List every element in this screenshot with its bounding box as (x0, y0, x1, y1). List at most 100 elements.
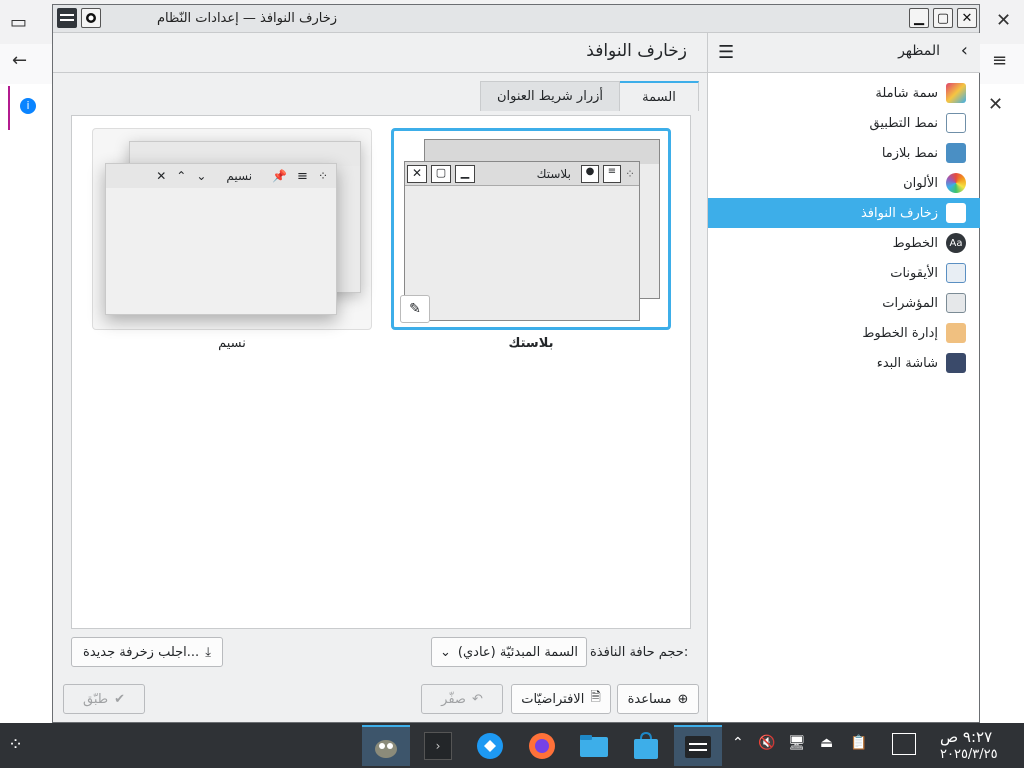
icons-icon (946, 263, 966, 283)
taskbar-gimp-icon[interactable] (362, 725, 410, 766)
apply-button[interactable]: طبّق ✔ (63, 684, 145, 714)
clock-date[interactable]: ٢٠٢٥/٣/٢٥ (940, 747, 998, 762)
usb-device-icon[interactable]: ⏏ (820, 735, 833, 751)
preview-close-icon: ✕ (407, 165, 427, 183)
sidebar-item-splash-screen[interactable]: شاشة البدء (708, 348, 980, 378)
sidebar-item-font-management[interactable]: إدارة الخطوط (708, 318, 980, 348)
sidebar-item-label: إدارة الخطوط (862, 325, 938, 341)
hamburger-menu-icon[interactable]: ≡ (992, 50, 1007, 71)
reset-label: صفّر (441, 691, 466, 707)
sidebar-item-window-decorations[interactable]: زخارف النوافذ (708, 198, 980, 228)
preview-keep-above-icon: ● (580, 164, 599, 183)
keep-above-icon[interactable] (81, 8, 101, 28)
taskbar-firefox-icon[interactable] (518, 725, 566, 766)
show-desktop-icon[interactable] (892, 733, 916, 755)
sidebar-item-label: نمط بلازما (881, 145, 938, 161)
sidebar-header: ☰ المظهر ‹ (708, 33, 980, 73)
page-title: زخارف النوافذ (586, 41, 687, 61)
sidebar-item-colors[interactable]: الألوان (708, 168, 980, 198)
sidebar-item-fonts[interactable]: Aa الخطوط (708, 228, 980, 258)
theme-name-plastik: بلاستك (508, 336, 554, 351)
get-new-label: اجلب زخرفة جديدة... (83, 644, 200, 660)
window-title: زخارف النوافذ — إعدادات النّظام (157, 11, 338, 26)
checkmark-icon: ✔ (114, 691, 126, 707)
sidebar-item-plasma-style[interactable]: نمط بلازما (708, 138, 980, 168)
sidebar-item-label: الخطوط (892, 235, 938, 251)
tab-list-icon[interactable]: ▭ (10, 12, 27, 33)
preview-menu-button-icon: ≡ (602, 164, 621, 183)
taskbar-system-settings-icon[interactable] (674, 725, 722, 766)
app-launcher-icon[interactable]: ⁘ (8, 734, 23, 755)
help-icon: ⊕ (677, 691, 689, 707)
defaults-icon: 🗎 (590, 690, 601, 705)
apply-label: طبّق (82, 691, 109, 707)
hamburger-icon[interactable]: ☰ (718, 42, 734, 63)
sidebar-item-label: الألوان (903, 175, 938, 191)
chevron-back-icon[interactable]: ‹ (961, 40, 968, 61)
close-button[interactable]: ✕ (957, 8, 977, 28)
taskbar-terminal-icon[interactable]: › (414, 725, 462, 766)
theme-card-plastik[interactable]: ⁘ ≡ ● بلاستك ✕ ▢ ▁ ✎ (391, 128, 671, 330)
reset-button[interactable]: صفّر ↶ (421, 684, 503, 714)
window-titlebar[interactable]: زخارف النوافذ — إعدادات النّظام ▁ ▢ ✕ (53, 5, 979, 33)
cursors-icon (946, 293, 966, 313)
border-size-select[interactable]: ⌄ السمة المبدئيّة (عادي) (431, 637, 587, 667)
network-icon[interactable]: 🖥 (788, 735, 806, 751)
edit-pencil-icon[interactable]: ✎ (400, 295, 430, 323)
preview-minimize-icon: ▁ (455, 165, 475, 183)
taskbar-discover-icon[interactable] (466, 725, 514, 766)
sidebar-item-label: نمط التطبيق (869, 115, 938, 131)
border-size-label: حجم حافة النافذة: (590, 645, 689, 660)
preview-window-front: ⁘ ≡ 📌 نسيم ⌄ ⌃ ✕ (105, 163, 337, 315)
preview-app-icon: ⁘ (317, 169, 328, 183)
sidebar-item-global-theme[interactable]: سمة شاملة (708, 78, 980, 108)
clipboard-icon[interactable]: 📋 (850, 735, 867, 751)
back-arrow-icon[interactable]: ← (12, 50, 27, 71)
preview-titlebar: ⁘ ≡ 📌 نسيم ⌄ ⌃ ✕ (106, 164, 336, 188)
clock-time[interactable]: ٩:٢٧ ص (940, 728, 992, 746)
info-icon: i (20, 98, 36, 114)
sidebar-title: المظهر (898, 43, 940, 59)
sidebar-item-icons[interactable]: الأيقونات (708, 258, 980, 288)
infobar-close-icon[interactable]: ✕ (988, 94, 1003, 115)
sidebar-item-label: سمة شاملة (875, 85, 938, 101)
tray-expand-icon[interactable]: ⌃ (732, 735, 744, 751)
taskbar-store-icon[interactable] (622, 725, 670, 766)
preview-window-front: ⁘ ≡ ● بلاستك ✕ ▢ ▁ (404, 161, 640, 321)
theme-card-breeze[interactable]: ⁘ ≡ 📌 نسيم ⌄ ⌃ ✕ (92, 128, 372, 330)
sidebar-item-app-style[interactable]: نمط التطبيق (708, 108, 980, 138)
preview-pin-icon: 📌 (272, 169, 288, 183)
maximize-button[interactable]: ▢ (933, 8, 953, 28)
taskbar-file-manager-icon[interactable] (570, 725, 618, 766)
minimize-button[interactable]: ▁ (909, 8, 929, 28)
defaults-label: الافتراضيّات (521, 691, 585, 707)
preview-title: نسيم (226, 169, 253, 183)
preview-close-icon: ✕ (156, 169, 167, 183)
defaults-button[interactable]: الافتراضيّات 🗎 (511, 684, 611, 714)
help-label: مساعدة (627, 691, 672, 707)
preview-menu-icon: ≡ (297, 168, 308, 184)
settings-sidebar: ☰ المظهر ‹ سمة شاملة نمط التطبيق نمط بلا… (707, 33, 980, 722)
fonts-icon: Aa (946, 233, 966, 253)
sidebar-item-label: زخارف النوافذ (860, 205, 938, 221)
sidebar-item-label: المؤشرات (882, 295, 938, 311)
preview-chevron-down-icon: ⌄ (196, 169, 207, 183)
tab-titlebar-buttons[interactable]: أزرار شريط العنوان (480, 81, 620, 111)
close-icon[interactable]: ✕ (996, 10, 1011, 31)
download-icon: ⤓ (205, 644, 211, 660)
get-new-decorations-button[interactable]: اجلب زخرفة جديدة... ⤓ (71, 637, 223, 667)
global-theme-icon (946, 83, 966, 103)
preview-chevron-up-icon: ⌃ (176, 169, 187, 183)
tab-theme[interactable]: السمة (619, 81, 699, 111)
theme-name-breeze: نسيم (218, 336, 246, 351)
themes-panel: ⁘ ≡ ● بلاستك ✕ ▢ ▁ ✎ بلاستك ⁘ ≡ 📌 نسيم ⌄… (71, 115, 691, 629)
reset-icon: ↶ (471, 691, 483, 707)
border-size-value: السمة المبدئيّة (عادي) (457, 644, 578, 660)
help-button[interactable]: مساعدة ⊕ (617, 684, 699, 714)
plasma-style-icon (946, 143, 966, 163)
volume-muted-icon[interactable]: 🔇 (758, 735, 775, 751)
window-menu-icon[interactable] (57, 8, 77, 28)
sidebar-item-label: شاشة البدء (876, 355, 938, 371)
splash-screen-icon (946, 353, 966, 373)
sidebar-item-cursors[interactable]: المؤشرات (708, 288, 980, 318)
